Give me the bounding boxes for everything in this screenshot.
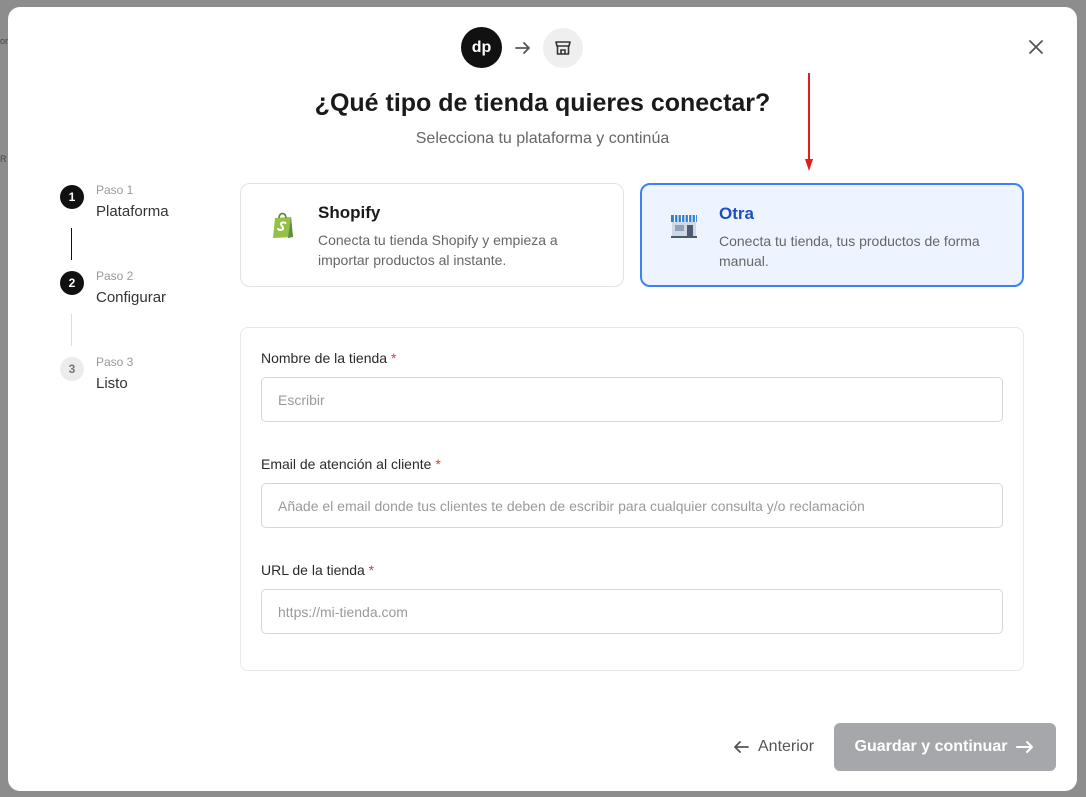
save-continue-label: Guardar y continuar [854, 738, 1008, 755]
store-url-label: URL de la tienda * [261, 562, 375, 578]
store-name-label: Nombre de la tienda * [261, 350, 397, 366]
arrow-right-icon [1016, 741, 1034, 753]
step-connector [71, 228, 72, 260]
close-icon [1029, 40, 1043, 54]
step-kicker: Paso 1 [96, 183, 134, 197]
store-logo [543, 27, 583, 68]
app-logo: dp [461, 27, 502, 68]
step-number: 3 [60, 357, 84, 381]
platform-description: Conecta tu tienda Shopify y empieza a im… [318, 232, 558, 268]
shopify-bag-icon [267, 208, 299, 240]
step-number: 1 [60, 185, 84, 209]
step-number: 2 [60, 271, 84, 295]
store-config-form: Nombre de la tienda * Email de atención … [240, 327, 1024, 671]
close-button[interactable] [1026, 37, 1046, 57]
platform-description: Conecta tu tienda, tus productos de form… [719, 233, 980, 269]
support-email-label: Email de atención al cliente * [261, 456, 441, 472]
store-name-input[interactable] [261, 377, 1003, 422]
previous-button[interactable]: Anterior [732, 735, 814, 759]
arrow-right-icon [502, 27, 543, 68]
step-connector [71, 314, 72, 346]
step-kicker: Paso 2 [96, 269, 134, 283]
modal-subtitle: Selecciona tu plataforma y continúa [415, 130, 670, 147]
annotation-arrow [805, 73, 813, 171]
required-mark: * [368, 562, 375, 578]
modal-title: ¿Qué tipo de tienda quieres conectar? [314, 89, 771, 117]
arrow-left-icon [734, 741, 749, 753]
step-kicker: Paso 3 [96, 355, 134, 369]
store-icon [555, 40, 571, 55]
connection-logos: dp [461, 27, 583, 68]
store-url-input[interactable] [261, 589, 1003, 634]
storefront-icon [668, 209, 700, 241]
step-1: 1 Paso 1 Plataforma [60, 183, 230, 223]
step-label: Plataforma [96, 203, 169, 220]
previous-label: Anterior [758, 738, 815, 755]
support-email-input[interactable] [261, 483, 1003, 528]
required-mark: * [435, 456, 441, 472]
step-2: 2 Paso 2 Configurar [60, 269, 230, 309]
platform-card-shopify[interactable]: Shopify Conecta tu tienda Shopify y empi… [240, 183, 624, 287]
platform-title: Shopify [318, 203, 381, 222]
step-label: Configurar [96, 289, 167, 306]
background-page: or R [0, 36, 9, 164]
step-label: Listo [96, 375, 128, 392]
save-continue-button[interactable]: Guardar y continuar [834, 723, 1056, 771]
connect-store-modal: dp ¿Qué tipo de tienda quieres conectar?… [8, 7, 1077, 791]
platform-card-other[interactable]: Otra Conecta tu tienda, tus productos de… [640, 183, 1024, 287]
platform-title: Otra [719, 204, 754, 223]
step-3: 3 Paso 3 Listo [60, 355, 230, 395]
required-mark: * [390, 350, 397, 366]
